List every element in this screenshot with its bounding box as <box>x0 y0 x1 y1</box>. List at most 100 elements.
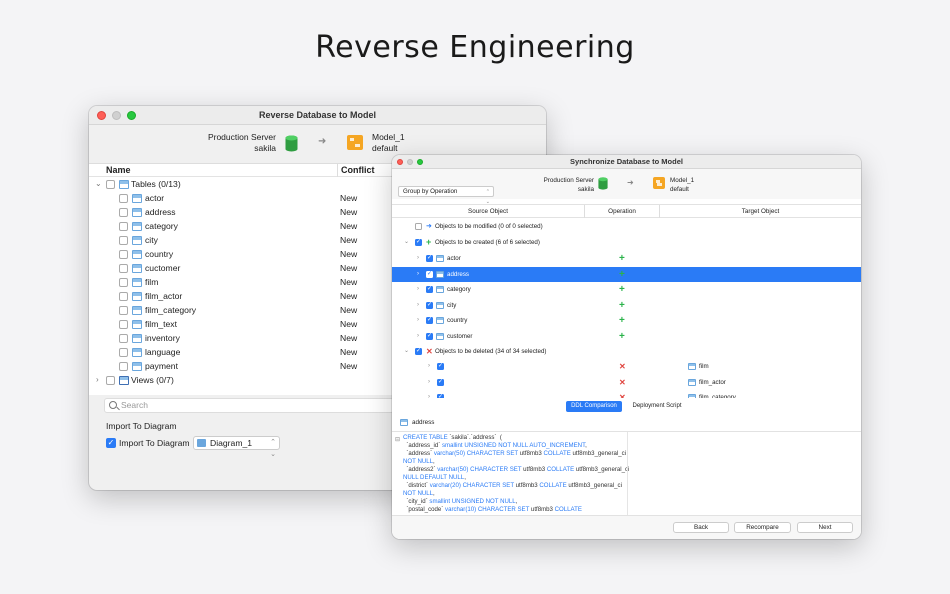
table-icon <box>132 348 142 357</box>
chevron-down-icon[interactable]: ⌄ <box>404 235 409 250</box>
import-to-diagram-checkbox[interactable]: ✓ <box>106 438 116 448</box>
zoom-window-button[interactable] <box>417 158 423 165</box>
chevron-right-icon[interactable]: › <box>428 359 430 374</box>
minimize-window-button[interactable] <box>407 158 413 165</box>
comparison-tree: ➜ Objects to be modified (0 of 0 selecte… <box>392 218 861 398</box>
table-row[interactable]: category New <box>89 219 396 233</box>
created-group-checkbox[interactable]: ✓ <box>415 239 422 246</box>
operation-header[interactable]: Operation <box>585 205 659 218</box>
table-checkbox[interactable] <box>119 348 128 357</box>
chevron-right-icon[interactable]: › <box>428 390 430 398</box>
group-by-select[interactable]: Group by Operation ⌃ ⌄ <box>398 186 494 205</box>
chevron-right-icon[interactable]: › <box>417 313 419 328</box>
close-window-button[interactable] <box>397 158 403 165</box>
item-checkbox[interactable]: ✓ <box>426 332 433 340</box>
table-row[interactable]: film_actor New <box>89 289 396 303</box>
table-checkbox[interactable] <box>119 264 128 273</box>
item-checkbox[interactable]: ✓ <box>426 286 433 293</box>
chevron-down-icon[interactable]: ⌄ <box>95 177 102 191</box>
chevron-right-icon[interactable]: › <box>417 298 419 313</box>
item-checkbox[interactable]: ✓ <box>426 270 433 278</box>
deleted-item-row[interactable]: › ✓ ✕ film_category <box>392 390 861 398</box>
created-item-row[interactable]: › ✓ address + <box>392 266 861 282</box>
table-checkbox[interactable] <box>119 362 128 371</box>
chevron-down-icon[interactable]: ⌄ <box>404 344 409 359</box>
table-checkbox[interactable] <box>119 306 128 315</box>
table-icon <box>400 419 408 426</box>
table-row[interactable]: film_text New <box>89 317 396 331</box>
table-checkbox[interactable] <box>119 194 128 203</box>
table-row[interactable]: inventory New <box>89 331 396 345</box>
chevron-right-icon[interactable]: › <box>417 251 419 266</box>
chevron-right-icon[interactable]: › <box>417 329 419 344</box>
table-checkbox[interactable] <box>119 292 128 301</box>
item-checkbox[interactable]: ✓ <box>426 317 433 324</box>
arrow-right-icon: ➜ <box>627 178 634 187</box>
created-item-row[interactable]: › ✓ category + <box>392 282 861 297</box>
item-checkbox[interactable]: ✓ <box>437 394 444 398</box>
table-icon <box>132 194 142 203</box>
modified-group-checkbox[interactable] <box>415 223 422 230</box>
minimize-window-button[interactable] <box>112 110 121 120</box>
chevron-right-icon[interactable]: › <box>428 375 430 390</box>
item-checkbox[interactable]: ✓ <box>426 301 433 309</box>
created-item-row[interactable]: › ✓ city + <box>392 298 861 313</box>
ddl-object-title: address <box>400 418 434 428</box>
views-group-checkbox[interactable] <box>106 376 115 385</box>
chevron-right-icon[interactable]: › <box>96 373 99 387</box>
table-checkbox[interactable] <box>119 236 128 245</box>
ddl-comparison-panel[interactable]: ⊟ CREATE TABLE `sakila`.`address` ( `add… <box>392 431 861 516</box>
created-item-row[interactable]: › ✓ country + <box>392 313 861 328</box>
table-checkbox[interactable] <box>119 278 128 287</box>
next-button[interactable]: Next <box>797 522 853 533</box>
item-checkbox[interactable]: ✓ <box>426 255 433 262</box>
diagram-select[interactable]: Diagram_1 ⌃ ⌄ <box>193 436 280 458</box>
tab-deployment-script[interactable]: Deployment Script <box>626 401 688 412</box>
tables-group-checkbox[interactable] <box>106 180 115 189</box>
table-checkbox[interactable] <box>119 320 128 329</box>
deleted-group-checkbox[interactable]: ✓ <box>415 348 422 355</box>
views-group-row[interactable]: › Views (0/7) <box>89 373 396 387</box>
zoom-window-button[interactable] <box>127 110 136 120</box>
item-checkbox[interactable]: ✓ <box>437 378 444 386</box>
table-icon <box>688 363 696 370</box>
import-to-diagram-label[interactable]: Import To Diagram <box>119 438 190 449</box>
deleted-item-row[interactable]: › ✓ ✕ film <box>392 359 861 374</box>
table-row[interactable]: cuctomer New <box>89 261 396 275</box>
chevron-right-icon[interactable]: › <box>417 267 419 282</box>
table-row[interactable]: payment New <box>89 359 396 373</box>
target-item-name: film_category <box>699 394 736 398</box>
tab-ddl-comparison[interactable]: DDL Comparison <box>566 401 622 412</box>
table-row[interactable]: actor New <box>89 191 396 205</box>
created-group-row[interactable]: ⌄ ✓ + Objects to be created (6 of 6 sele… <box>392 235 861 250</box>
source-object-header[interactable]: Source Object <box>392 205 584 218</box>
create-operation-icon: + <box>619 268 625 280</box>
target-schema-name: default <box>670 186 689 193</box>
table-row[interactable]: address New <box>89 205 396 219</box>
table-checkbox[interactable] <box>119 208 128 217</box>
target-object-header[interactable]: Target Object <box>660 205 861 218</box>
created-item-row[interactable]: › ✓ actor + <box>392 251 861 266</box>
search-input[interactable]: Search <box>104 398 394 413</box>
table-row[interactable]: language New <box>89 345 396 359</box>
table-checkbox[interactable] <box>119 250 128 259</box>
deleted-item-row[interactable]: › ✓ ✕ film_actor <box>392 375 861 390</box>
conflict-column-header[interactable]: Conflict <box>337 164 375 177</box>
item-checkbox[interactable]: ✓ <box>437 363 444 370</box>
table-row[interactable]: film New <box>89 275 396 289</box>
modified-group-row[interactable]: ➜ Objects to be modified (0 of 0 selecte… <box>392 219 861 234</box>
table-checkbox[interactable] <box>119 334 128 343</box>
tables-group-row[interactable]: ⌄ Tables (0/13) <box>89 177 396 191</box>
table-checkbox[interactable] <box>119 222 128 231</box>
table-row[interactable]: city New <box>89 233 396 247</box>
chevron-right-icon[interactable]: › <box>417 282 419 297</box>
recompare-button[interactable]: Recompare <box>734 522 791 533</box>
deleted-group-row[interactable]: ⌄ ✓ ✕ Objects to be deleted (34 of 34 se… <box>392 344 861 359</box>
created-item-row[interactable]: › ✓ customer + <box>392 329 861 344</box>
table-row[interactable]: film_category New <box>89 303 396 317</box>
back-button[interactable]: Back <box>673 522 729 533</box>
name-column-header[interactable]: Name <box>106 164 131 177</box>
table-row[interactable]: country New <box>89 247 396 261</box>
fold-toggle-icon[interactable]: ⊟ <box>395 436 400 443</box>
close-window-button[interactable] <box>97 110 106 120</box>
